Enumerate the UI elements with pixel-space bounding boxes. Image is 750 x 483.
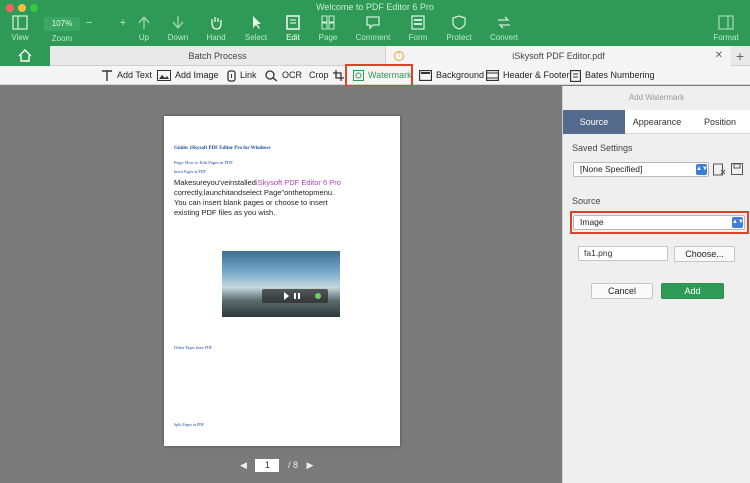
- doc-paragraph: Makesureyou'veinstallediSkysoft PDF Edit…: [174, 178, 341, 217]
- delete-settings-icon[interactable]: [713, 163, 726, 176]
- chevron-down-icon: ▲▼: [696, 164, 708, 175]
- page-button[interactable]: Page: [308, 15, 348, 42]
- new-tab-button[interactable]: +: [736, 46, 744, 66]
- save-settings-icon[interactable]: [731, 163, 743, 175]
- prev-page-icon[interactable]: ◀: [240, 460, 247, 470]
- background-icon: [419, 70, 432, 82]
- ocr-button[interactable]: OCR: [265, 66, 302, 85]
- saved-settings-select[interactable]: [None Specified] ▲▼: [573, 162, 709, 177]
- crop-button[interactable]: Crop: [309, 66, 348, 85]
- convert-icon: [498, 16, 510, 29]
- tab-appearance[interactable]: Appearance: [625, 110, 689, 134]
- panel-tabs: Source Appearance Position: [563, 110, 750, 134]
- doc-body-line: [174, 221, 390, 226]
- view-button[interactable]: View: [0, 15, 40, 42]
- doc-subheading: Insert Pages in PDF: [174, 169, 206, 174]
- document-canvas[interactable]: Guide: iSkysoft PDF Editor Pro for Windo…: [0, 86, 562, 483]
- arrow-up-icon: [138, 16, 150, 29]
- page-total: / 8: [287, 460, 298, 470]
- view-icon: [12, 15, 28, 30]
- edit-icon: [286, 15, 300, 30]
- form-button[interactable]: Form: [398, 15, 438, 42]
- page-navigator: ◀ 1 / 8 ▶: [240, 459, 313, 473]
- bates-numbering-button[interactable]: Bates Numbering: [570, 66, 655, 85]
- home-tab[interactable]: [0, 46, 50, 66]
- convert-button[interactable]: Convert: [484, 15, 524, 42]
- link-button[interactable]: Link: [227, 66, 257, 85]
- doc-body-line: [174, 228, 390, 233]
- doc-subheading: Page: How to Edit Pages in PDF: [174, 160, 233, 165]
- select-button[interactable]: Select: [236, 15, 276, 42]
- close-tab-icon[interactable]: ✕: [715, 46, 723, 66]
- tab-batch-process[interactable]: Batch Process: [50, 46, 386, 66]
- tab-position[interactable]: Position: [689, 110, 750, 134]
- text-icon: [102, 69, 112, 81]
- cancel-button[interactable]: Cancel: [591, 283, 653, 299]
- add-button[interactable]: Add: [661, 283, 724, 299]
- background-button[interactable]: Background: [419, 66, 484, 85]
- info-icon: !: [394, 51, 404, 61]
- comment-button[interactable]: Comment: [353, 15, 393, 42]
- choose-file-button[interactable]: Choose...: [674, 246, 735, 262]
- home-icon: [18, 49, 32, 62]
- saved-settings-label: Saved Settings: [572, 143, 633, 153]
- crop-icon: [333, 70, 345, 82]
- source-label: Source: [572, 196, 601, 206]
- tab-source[interactable]: Source: [563, 110, 625, 134]
- protect-button[interactable]: Protect: [439, 15, 479, 42]
- header-footer-icon: [486, 70, 499, 82]
- tab-bar: Batch Process ! iSkysoft PDF Editor.pdf …: [0, 46, 750, 66]
- watermark-highlight-box: [345, 64, 413, 87]
- page-number-input[interactable]: 1: [255, 459, 280, 472]
- top-toolbar: Welcome to PDF Editor 6 Pro View 107% Zo…: [0, 0, 750, 46]
- comment-icon: [366, 16, 380, 30]
- page-icon: [321, 15, 335, 30]
- form-icon: [411, 15, 425, 30]
- next-page-icon[interactable]: ▶: [306, 460, 313, 470]
- link-icon: [227, 69, 236, 82]
- add-text-button[interactable]: Add Text: [101, 66, 152, 85]
- source-highlight-box: [570, 211, 749, 234]
- arrow-down-icon: [172, 16, 184, 29]
- add-image-button[interactable]: Add Image: [157, 66, 219, 85]
- watermark-panel: Add Watermark Source Appearance Position…: [562, 86, 750, 483]
- video-player-overlay: [262, 289, 328, 303]
- down-button[interactable]: Down: [158, 15, 198, 42]
- file-path-field[interactable]: fa1.png: [578, 246, 668, 261]
- cursor-icon: [253, 16, 261, 29]
- format-panel-icon: [718, 15, 734, 30]
- panel-title: Add Watermark: [628, 93, 685, 102]
- zoom-label: Zoom: [51, 34, 73, 43]
- zoom-select[interactable]: 107%: [44, 17, 80, 31]
- zoom-out-icon[interactable]: −: [84, 17, 94, 29]
- shield-icon: [452, 15, 466, 30]
- image-icon: [157, 70, 171, 82]
- ocr-icon: [265, 69, 278, 82]
- hand-icon: [211, 17, 222, 30]
- window-title: Welcome to PDF Editor 6 Pro: [316, 2, 434, 12]
- tab-document[interactable]: ! iSkysoft PDF Editor.pdf ✕: [386, 46, 731, 66]
- doc-heading: Guide: iSkysoft PDF Editor Pro for Windo…: [174, 146, 271, 151]
- watermark-image-preview[interactable]: [222, 251, 340, 317]
- format-button[interactable]: Format: [706, 15, 746, 42]
- edit-button[interactable]: Edit: [273, 15, 313, 42]
- header-footer-button[interactable]: Header & Footer: [486, 66, 570, 85]
- bates-icon: [570, 69, 581, 82]
- doc-subheading: Delete Pages from PDF: [174, 345, 212, 350]
- pdf-page[interactable]: Guide: iSkysoft PDF Editor Pro for Windo…: [164, 116, 400, 446]
- hand-button[interactable]: Hand: [196, 15, 236, 42]
- doc-subheading: Split Pages in PDF: [174, 422, 205, 427]
